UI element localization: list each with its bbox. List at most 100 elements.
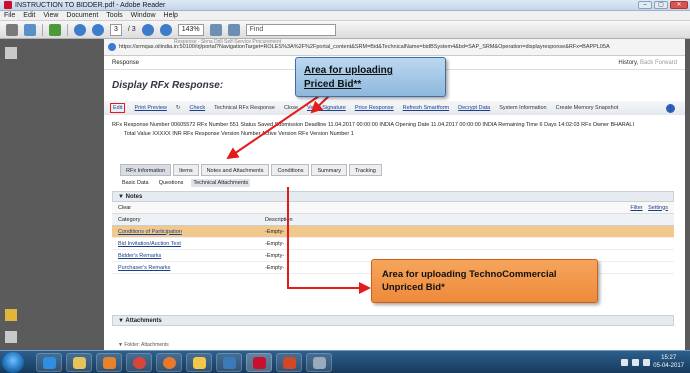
maximize-button[interactable]: ▢ [654, 1, 668, 9]
next-page-icon[interactable] [92, 23, 104, 36]
decrypt-data-button[interactable]: Decrypt Data [458, 105, 490, 111]
prev-page-icon[interactable] [74, 23, 86, 36]
menu-bar: File Edit View Document Tools Window Hel… [0, 11, 690, 21]
folder-label: Folder: Attachments [124, 342, 169, 348]
refresh-icon[interactable]: ↻ [176, 105, 181, 111]
menu-tools[interactable]: Tools [102, 12, 126, 19]
subtab-technical-attachments[interactable]: Technical Attachments [191, 179, 251, 187]
sub-tabs: Basic Data Questions Technical Attachmen… [120, 179, 251, 187]
tab-items[interactable]: Items [173, 164, 199, 176]
zoom-in-icon[interactable] [159, 23, 172, 36]
clock-date: 05-04-2017 [653, 363, 684, 369]
row-category-link[interactable]: Bid Invitation/Auction Text [112, 241, 265, 247]
find-input[interactable]: Find [245, 23, 336, 36]
zoom-out-icon[interactable] [141, 23, 154, 36]
taskbar-app-explorer[interactable] [66, 353, 92, 372]
system-tray [621, 359, 650, 366]
taskbar-app-adobe-reader[interactable] [246, 353, 272, 372]
settings-link[interactable]: Settings [648, 205, 668, 211]
verify-signature-button[interactable]: Verify Signature [307, 105, 346, 111]
print-preview-button[interactable]: Print Preview [134, 105, 166, 111]
menu-file[interactable]: File [0, 12, 19, 19]
share-icon[interactable] [24, 23, 36, 36]
taskbar-app-folder[interactable] [186, 353, 212, 372]
column-header-category: Category [118, 216, 141, 223]
callout-line: Area for uploading TechnoCommercial [382, 269, 557, 280]
page-number-field[interactable]: 3 [110, 23, 122, 36]
notes-header[interactable]: ▼ Notes [112, 191, 674, 202]
action-toolbar: Edit Print Preview ↻ Check Technical RFx… [104, 101, 685, 115]
tab-notes-attachments[interactable]: Notes and Attachments [200, 164, 270, 176]
create-snapshot-button[interactable]: Create Memory Snapshot [556, 105, 619, 111]
signatures-panel-icon[interactable] [5, 309, 17, 321]
clock[interactable]: 15:27 05-04-2017 [653, 354, 684, 370]
technical-rfx-response-button[interactable]: Technical RFx Response [214, 105, 275, 111]
attachments-panel-icon[interactable] [5, 331, 17, 343]
taskbar-app-media[interactable] [96, 353, 122, 372]
menu-help[interactable]: Help [160, 12, 182, 19]
fit-page-icon[interactable] [209, 23, 222, 36]
refresh-smartform-button[interactable]: Refresh Smartform [403, 105, 449, 111]
filter-link[interactable]: Filter [630, 205, 642, 211]
folder-attachments-label[interactable]: ▼ Folder: Attachments [118, 342, 169, 348]
taskbar-app-chrome[interactable] [126, 353, 152, 372]
subtab-questions[interactable]: Questions [157, 179, 186, 187]
fit-width-icon[interactable] [227, 23, 240, 36]
taskbar-app-firefox[interactable] [156, 353, 182, 372]
menu-view[interactable]: View [39, 12, 62, 19]
window-title: INSTRUCTION TO BIDDER.pdf - Adobe Reader [15, 1, 166, 9]
close-button[interactable]: ✕ [670, 1, 688, 9]
toolbar-divider [67, 23, 68, 36]
row-category-link[interactable]: Bidder's Remarks [112, 253, 265, 259]
window-controls: – ▢ ✕ [638, 1, 688, 9]
system-information-button[interactable]: System Information [499, 105, 546, 111]
back-link[interactable]: Back [640, 60, 653, 66]
taskbar-app-paint[interactable] [306, 353, 332, 372]
callout-line: Unpriced Bid* [382, 282, 445, 293]
row-description: -Empty- [265, 228, 285, 235]
start-button[interactable] [2, 352, 24, 373]
help-icon[interactable]: i [666, 103, 675, 113]
tab-tracking[interactable]: Tracking [348, 164, 382, 176]
table-row[interactable]: Conditions of Participation -Empty- [112, 226, 674, 238]
check-button[interactable]: Check [190, 105, 206, 111]
row-category-link[interactable]: Conditions of Participation [112, 229, 265, 235]
row-description: -Empty- [265, 240, 285, 247]
attachments-header[interactable]: ▼ Attachments [112, 315, 674, 326]
collaborate-icon[interactable] [49, 23, 61, 36]
menu-document[interactable]: Document [62, 12, 102, 19]
subtab-basic-data[interactable]: Basic Data [120, 179, 151, 187]
volume-icon[interactable] [643, 359, 650, 366]
reader-toolbar: 3 / 3 143% Find [0, 21, 690, 39]
history-link[interactable]: History [618, 60, 636, 66]
table-row[interactable]: Bid Invitation/Auction Text -Empty- [112, 238, 674, 250]
callout-line: Priced Bid** [304, 79, 362, 90]
taskbar-app-powerpoint[interactable] [276, 353, 302, 372]
tab-rfx-information[interactable]: RFx Information [120, 164, 172, 176]
taskbar-app-publisher[interactable] [216, 353, 242, 372]
menu-edit[interactable]: Edit [19, 12, 39, 19]
priced-bid-callout: Area for uploading Priced Bid** [295, 57, 446, 97]
minimize-button[interactable]: – [638, 1, 652, 9]
edit-button[interactable]: Edit [110, 103, 126, 113]
print-icon[interactable] [6, 23, 18, 36]
tab-conditions[interactable]: Conditions [271, 164, 310, 176]
row-category-link[interactable]: Purchaser's Remarks [112, 265, 265, 271]
price-response-button[interactable]: Price Response [355, 105, 394, 111]
network-icon[interactable] [621, 359, 628, 366]
notes-toolbar: Clear Filter Settings [112, 202, 674, 214]
clear-button[interactable]: Clear [118, 205, 131, 211]
flag-icon[interactable] [632, 359, 639, 366]
forward-link[interactable]: Forward [655, 60, 677, 66]
browser-icon [108, 43, 116, 51]
zoom-field[interactable]: 143% [177, 23, 204, 36]
adobe-reader-icon [4, 1, 12, 9]
page-total: / 3 [127, 26, 136, 33]
pages-panel-icon[interactable] [5, 47, 17, 59]
tab-summary[interactable]: Summary [311, 164, 347, 176]
window-titlebar: INSTRUCTION TO BIDDER.pdf - Adobe Reader… [0, 0, 690, 11]
menu-window[interactable]: Window [127, 12, 160, 19]
close-response-button[interactable]: Close [284, 105, 298, 111]
taskbar-app-ie[interactable] [36, 353, 62, 372]
notes-title: Notes [125, 194, 143, 200]
